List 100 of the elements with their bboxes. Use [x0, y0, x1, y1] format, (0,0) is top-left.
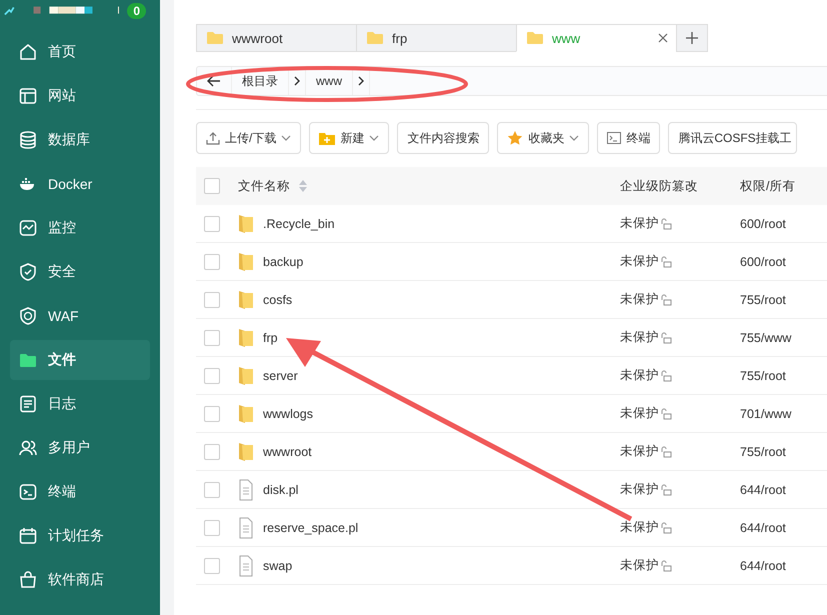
- column-header: 权限/所有: [740, 178, 796, 192]
- unlock-icon[interactable]: [660, 332, 672, 344]
- protection-status: 未保护: [620, 215, 659, 232]
- sidebar-item-icon: [18, 86, 38, 106]
- sidebar-item-icon: [18, 570, 38, 590]
- file-name[interactable]: .Recycle_bin: [263, 216, 335, 230]
- sidebar-item[interactable]: WAF: [10, 296, 150, 336]
- logo-icon: [4, 4, 15, 16]
- unlock-icon[interactable]: [660, 370, 672, 382]
- sidebar-item-icon: [18, 526, 38, 546]
- file-name[interactable]: server: [263, 368, 298, 382]
- folder-icon: [238, 440, 254, 462]
- row-checkbox[interactable]: [204, 254, 220, 270]
- sidebar-item[interactable]: 数据库: [10, 120, 150, 160]
- row-checkbox[interactable]: [204, 558, 220, 574]
- folder-icon: [238, 402, 254, 424]
- folder-tab[interactable]: wwwroot: [196, 24, 356, 52]
- star-icon: [507, 130, 524, 146]
- file-icon: [238, 516, 254, 538]
- row-checkbox[interactable]: [204, 330, 220, 346]
- upload-icon: [206, 131, 220, 145]
- folder-icon: [206, 31, 224, 45]
- toolbar-button[interactable]: 文件内容搜索: [397, 122, 490, 154]
- folder-tab[interactable]: frp: [356, 24, 516, 52]
- toolbar-button[interactable]: 新建: [309, 122, 390, 154]
- file-name[interactable]: backup: [263, 254, 304, 268]
- sidebar-item[interactable]: 安全: [10, 252, 150, 292]
- folder-icon: [366, 31, 384, 45]
- sidebar-item[interactable]: 多用户: [10, 428, 150, 468]
- folder-icon: [238, 212, 254, 234]
- sidebar-item-icon: [18, 482, 38, 502]
- terminal-icon: [607, 132, 622, 144]
- folder-icon: [238, 250, 254, 272]
- row-checkbox[interactable]: [204, 216, 220, 232]
- sidebar-item[interactable]: Docker: [10, 164, 150, 204]
- sidebar-item-icon: [18, 130, 38, 150]
- arrow-left-icon: [207, 75, 221, 87]
- breadcrumb-item[interactable]: 根目录: [232, 67, 289, 95]
- file-name[interactable]: wwwroot: [263, 444, 312, 458]
- sidebar-item-icon: [18, 42, 38, 62]
- file-name[interactable]: disk.pl: [263, 482, 298, 496]
- file-icon: [238, 478, 254, 500]
- protection-status: 未保护: [620, 481, 659, 498]
- protection-status: 未保护: [620, 443, 659, 460]
- protection-status: 未保护: [620, 519, 659, 536]
- row-checkbox[interactable]: [204, 406, 220, 422]
- chevron-down-icon: [569, 135, 580, 141]
- sidebar-item-icon: [18, 218, 38, 238]
- file-name[interactable]: swap: [263, 558, 292, 572]
- toolbar-button[interactable]: 终端: [597, 122, 660, 154]
- sidebar-item-icon: [18, 262, 38, 282]
- row-checkbox[interactable]: [204, 292, 220, 308]
- sidebar-item[interactable]: 终端: [10, 472, 150, 512]
- sidebar-item[interactable]: 文件: [10, 340, 150, 380]
- folder-icon: [238, 288, 254, 310]
- column-header[interactable]: 文件名称: [238, 178, 290, 194]
- unlock-icon[interactable]: [660, 408, 672, 420]
- permissions: 600/root: [740, 254, 786, 268]
- file-name[interactable]: cosfs: [263, 292, 292, 306]
- unlock-icon[interactable]: [660, 294, 672, 306]
- unlock-icon[interactable]: [660, 522, 672, 534]
- sidebar-item[interactable]: 首页: [10, 32, 150, 72]
- close-icon[interactable]: [658, 33, 668, 43]
- row-checkbox[interactable]: [204, 482, 220, 498]
- toolbar-button[interactable]: 收藏夹: [497, 122, 590, 154]
- row-checkbox[interactable]: [204, 444, 220, 460]
- permissions: 701/www: [740, 406, 792, 420]
- toolbar-button[interactable]: 上传/下载: [196, 122, 302, 154]
- sort-icon[interactable]: [298, 179, 308, 193]
- sidebar-item-icon: [18, 438, 38, 458]
- sidebar-item-icon: [18, 306, 38, 326]
- unlock-icon[interactable]: [660, 446, 672, 458]
- unlock-icon[interactable]: [660, 256, 672, 268]
- sidebar-item[interactable]: 软件商店: [10, 560, 150, 600]
- protection-status: 未保护: [620, 291, 659, 308]
- unlock-icon[interactable]: [660, 484, 672, 496]
- file-name[interactable]: reserve_space.pl: [263, 520, 358, 534]
- toolbar-button[interactable]: 腾讯云COSFS挂载工: [668, 122, 797, 154]
- breadcrumb-item[interactable]: www: [306, 67, 353, 95]
- chevron-down-icon: [281, 135, 292, 141]
- row-checkbox[interactable]: [204, 368, 220, 384]
- file-icon: [238, 554, 254, 576]
- permissions: 644/root: [740, 482, 786, 496]
- unlock-icon[interactable]: [660, 218, 672, 230]
- protection-status: 未保护: [620, 253, 659, 270]
- row-checkbox[interactable]: [204, 520, 220, 536]
- file-name[interactable]: wwwlogs: [263, 406, 314, 420]
- sidebar-item[interactable]: 计划任务: [10, 516, 150, 556]
- new-folder-icon: [319, 132, 336, 144]
- protection-status: 未保护: [620, 367, 659, 384]
- sidebar-item[interactable]: 网站: [10, 76, 150, 116]
- protection-status: 未保护: [620, 557, 659, 574]
- permissions: 600/root: [740, 216, 786, 230]
- select-all-checkbox[interactable]: [204, 178, 220, 194]
- file-name[interactable]: frp: [263, 330, 278, 344]
- sidebar-item[interactable]: 监控: [10, 208, 150, 248]
- sidebar-item-icon: [18, 394, 38, 414]
- sidebar-item[interactable]: 日志: [10, 384, 150, 424]
- add-tab-button[interactable]: [676, 24, 708, 52]
- unlock-icon[interactable]: [660, 560, 672, 572]
